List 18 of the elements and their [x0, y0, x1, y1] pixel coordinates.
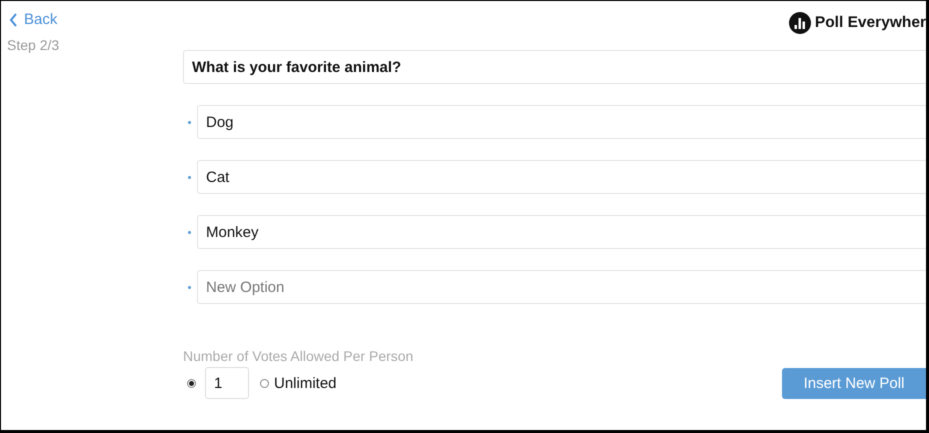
option-field[interactable]: New Option	[197, 270, 926, 304]
bullet-icon	[188, 230, 191, 234]
chevron-left-icon	[9, 12, 18, 26]
logo-text: Poll Everywher	[814, 14, 926, 32]
step-indicator: Step 2/3	[7, 37, 60, 53]
option-field[interactable]: Cat	[197, 160, 926, 194]
bullet-icon	[188, 120, 191, 124]
option-field[interactable]: Dog	[197, 105, 926, 139]
radio-button[interactable]	[260, 378, 269, 388]
option-field[interactable]: Monkey	[197, 215, 926, 249]
votes-number-field[interactable]: 1	[205, 367, 249, 399]
radio-button[interactable]	[187, 378, 196, 388]
bar-chart-logo-icon	[788, 12, 811, 34]
votes-label: Number of Votes Allowed Per Person	[183, 348, 414, 364]
question-field[interactable]: What is your favorite animal?	[183, 50, 926, 84]
unlimited-label: Unlimited	[274, 374, 337, 392]
bullet-icon	[188, 286, 191, 288]
bullet-icon	[188, 176, 191, 178]
